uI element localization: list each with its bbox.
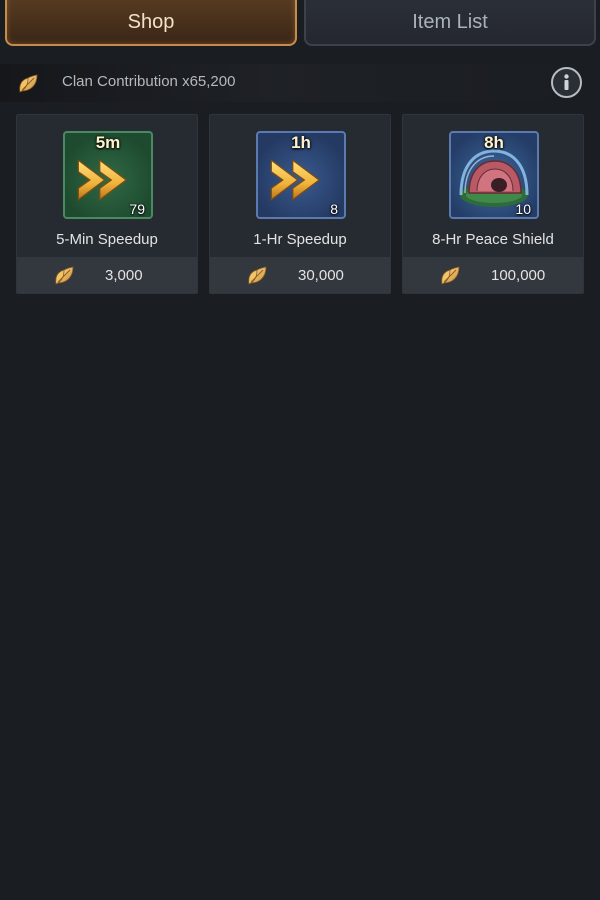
speedup-icon: 5m 79 — [63, 131, 153, 219]
tab-bar: Shop Item List — [0, 0, 600, 48]
item-duration: 5m — [95, 133, 121, 152]
shop-item-card[interactable]: 1h 8 1-Hr Speedup 30,000 — [209, 114, 391, 294]
shop-item-card[interactable]: 5m 79 5-Min Speedup 3,000 — [16, 114, 198, 294]
item-price: 3,000 — [105, 266, 143, 284]
tab-shop[interactable]: Shop — [5, 0, 297, 46]
tab-item-list[interactable]: Item List — [304, 0, 596, 46]
item-duration: 1h — [291, 133, 311, 152]
item-price: 30,000 — [298, 266, 344, 284]
price-bar: 3,000 — [17, 257, 197, 293]
leaf-icon — [17, 71, 41, 95]
item-name: 8-Hr Peace Shield — [432, 231, 554, 248]
price-bar: 30,000 — [210, 257, 390, 293]
shop-item-card[interactable]: 8h 10 8-Hr Peace Shield 100,000 — [402, 114, 584, 294]
price-bar: 100,000 — [403, 257, 583, 293]
info-icon — [564, 74, 569, 90]
info-button[interactable] — [551, 67, 582, 98]
tab-item-list-label: Item List — [412, 10, 488, 33]
peace-shield-icon: 8h 10 — [449, 131, 539, 219]
clan-contribution-text: Clan Contribution x65,200 — [62, 73, 236, 90]
leaf-icon — [246, 263, 270, 287]
item-quantity: 8 — [330, 201, 338, 217]
item-duration: 8h — [484, 133, 504, 152]
item-quantity: 79 — [129, 201, 145, 217]
item-price: 100,000 — [491, 266, 546, 284]
leaf-icon — [53, 263, 77, 287]
item-name: 1-Hr Speedup — [253, 231, 347, 248]
item-quantity: 10 — [515, 201, 531, 217]
item-name: 5-Min Speedup — [56, 231, 158, 248]
speedup-icon: 1h 8 — [256, 131, 346, 219]
tab-shop-label: Shop — [127, 10, 175, 33]
clan-contribution-banner: Clan Contribution x65,200 — [0, 64, 600, 102]
leaf-icon — [439, 263, 463, 287]
